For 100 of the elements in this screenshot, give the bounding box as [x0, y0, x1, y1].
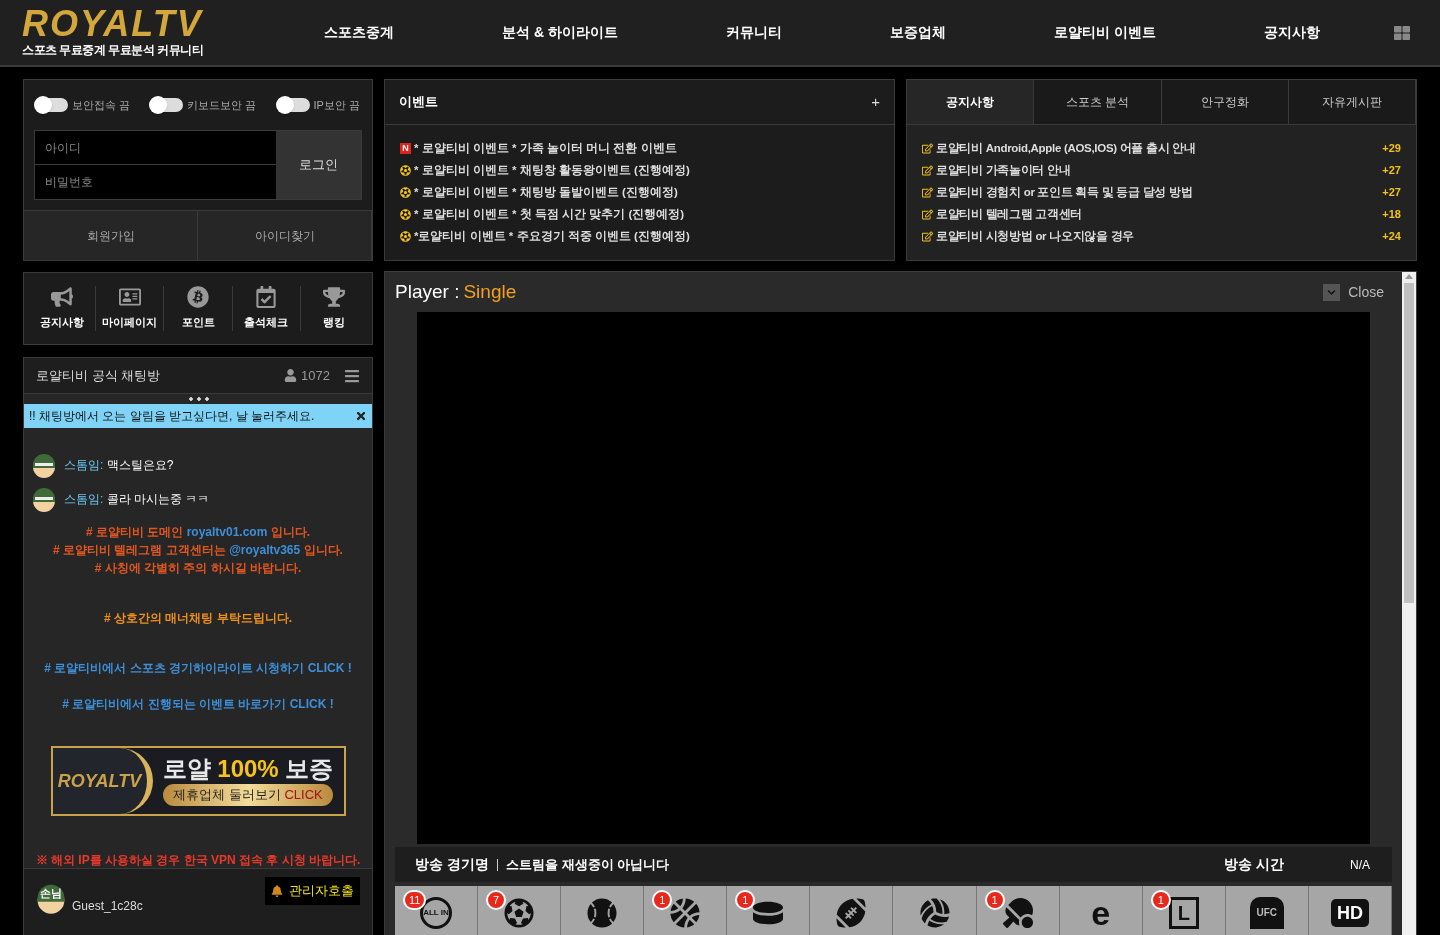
bitcoin-icon	[187, 286, 209, 309]
sport-tab[interactable]: 1	[976, 886, 1060, 935]
quick-menu-item[interactable]: 공지사항	[28, 286, 97, 331]
toggle-switch[interactable]	[277, 98, 310, 112]
post-link[interactable]: 로얄티비 경험치 or 포인트 획득 및 등급 달성 방법	[936, 183, 1383, 202]
grid-menu-icon[interactable]	[1394, 24, 1410, 41]
post-link[interactable]: 로얄티비 텔레그램 고객센터	[936, 205, 1383, 224]
drag-handle[interactable]	[187, 397, 209, 401]
calendar-icon	[255, 286, 278, 309]
event-link[interactable]: * 로얄티비 이벤트 * 채팅창 활동왕이벤트 (진행예정)	[400, 162, 879, 179]
sport-tab[interactable]: L 1	[1142, 886, 1226, 935]
user-count-icon	[284, 369, 298, 382]
comment-count: +29	[1382, 141, 1401, 157]
sport-tab[interactable]: 7	[478, 886, 562, 935]
notice-link[interactable]: @royaltv365	[229, 543, 301, 557]
account-link[interactable]: 아이디찾기	[198, 211, 372, 260]
more-button[interactable]: +	[871, 90, 880, 114]
toggle-switch[interactable]	[151, 98, 184, 112]
chat-notice: # 로얄티비 도메인 royaltv01.com 입니다.	[85, 524, 311, 540]
sport-tab[interactable]: 1	[727, 886, 811, 935]
notification-bar[interactable]: !! 채팅방에서 오는 알림을 받고싶다면, 날 눌러주세요.	[24, 404, 372, 428]
chevron-icon	[1327, 287, 1337, 297]
nav-link[interactable]: 스포츠중계	[324, 22, 394, 43]
edit-icon	[922, 143, 933, 154]
chat-notice: # 로얄티비에서 진행되는 이벤트 바로가기 CLICK !	[62, 696, 334, 712]
event-link[interactable]: * 로얄티비 이벤트 * 첫 득점 시간 맞추기 (진행예정)	[400, 206, 879, 223]
chat-notice: # 상호간의 매너채팅 부탁드립니다.	[104, 610, 292, 626]
count-badge: 1	[652, 890, 673, 910]
event-link[interactable]: * 로얄티비 이벤트 * 채팅방 돌발이벤트 (진행예정)	[400, 184, 879, 201]
count-badge: 11	[403, 890, 427, 910]
notice-link[interactable]: royaltv01.com	[186, 525, 268, 539]
quick-menu-item[interactable]: 랭킹	[300, 286, 368, 331]
info-label: 방송 경기명	[415, 855, 489, 874]
panel-title: 이벤트	[399, 93, 438, 112]
logo[interactable]: ROYALTV	[22, 6, 203, 41]
close-player-button[interactable]: Close	[1323, 281, 1384, 303]
quick-menu-item[interactable]: 포인트	[164, 286, 233, 331]
tennis-icon	[1002, 898, 1033, 928]
count-badge: 1	[735, 890, 756, 910]
quick-menu-item[interactable]: 출석체크	[232, 286, 301, 331]
count-badge: 7	[486, 890, 507, 910]
account-link[interactable]: 회원가입	[24, 211, 198, 260]
id-field[interactable]: 아이디	[35, 131, 276, 165]
new-badge: N	[400, 143, 411, 154]
post-link[interactable]: 로얄티비 Android,Apple (AOS,IOS) 어플 출시 안내	[936, 139, 1383, 158]
sport-tab[interactable]: ALL IN 11	[395, 886, 479, 935]
avatar-label: 손님	[39, 888, 63, 899]
quick-menu-item[interactable]: 마이페이지	[96, 286, 165, 331]
toggle-switch[interactable]	[36, 98, 68, 112]
edit-icon	[922, 187, 933, 198]
sport-tab[interactable]	[893, 886, 977, 935]
info-value: N/A	[1350, 856, 1370, 874]
trophy-icon	[323, 286, 346, 309]
nav-link[interactable]: 공지사항	[1263, 22, 1320, 43]
sport-tab[interactable]: 1	[644, 886, 728, 935]
sport-tab[interactable]: HD	[1308, 886, 1392, 935]
edit-icon	[922, 231, 933, 242]
login-button[interactable]: 로그인	[276, 131, 361, 199]
nav-link[interactable]: 커뮤니티	[725, 22, 782, 43]
info-value: 스트림을 재생중이 아닙니다	[505, 855, 671, 874]
password-field[interactable]: 비밀번호	[35, 165, 276, 199]
event-link[interactable]: N * 로얄티비 이벤트 * 가족 놀이터 머니 전환 이벤트	[400, 140, 879, 157]
edit-icon	[922, 165, 933, 176]
toggle-label: IP보안 끔	[313, 97, 360, 113]
megaphone-icon	[50, 286, 73, 309]
chat-message: 스톰임: 콜라 마시는중 ㅋㅋ	[64, 491, 210, 508]
promo-banner[interactable]: ROYALTV 로얄 100% 보증 제휴업체 둘러보기 CLICK	[50, 746, 346, 816]
volleyball-icon	[919, 898, 950, 928]
user-count: 1072	[301, 366, 330, 385]
comment-count: +18	[1382, 207, 1401, 223]
close-icon[interactable]	[355, 410, 367, 422]
hd-icon: HD	[1330, 899, 1369, 927]
board-tab[interactable]: 공지사항	[907, 80, 1035, 124]
chat-notice: ※ 해외 IP를 사용하실 경우 한국 VPN 접속 후 시청 바랍니다.	[35, 852, 361, 868]
chat-title: 로얄티비 공식 채팅방	[36, 366, 162, 385]
info-label: 방송 시간	[1224, 855, 1284, 874]
scrollbar[interactable]	[1402, 272, 1416, 935]
sport-tab[interactable]: e	[1059, 886, 1143, 935]
nav-link[interactable]: 분석 & 하이라이트	[502, 22, 618, 43]
nav-link[interactable]: 로얄티비 이벤트	[1054, 22, 1156, 43]
baseball-icon	[587, 898, 618, 928]
sport-tab[interactable]: UFC	[1225, 886, 1309, 935]
banner-headline: 로얄 100% 보증	[162, 756, 334, 781]
nav-link[interactable]: 보증업체	[890, 22, 946, 43]
count-badge: 1	[984, 890, 1005, 910]
post-link[interactable]: 로얄티비 시청방법 or 나오지않을 경우	[936, 227, 1383, 246]
comment-count: +24	[1382, 229, 1401, 245]
post-link[interactable]: 로얄티비 가족놀이터 안내	[936, 161, 1383, 180]
comment-count: +27	[1382, 163, 1401, 179]
logo-tagline: 스포츠 무료중계 무료분석 커뮤니티	[22, 41, 203, 59]
banner-logo: ROYALTV	[52, 748, 153, 814]
soccer-icon	[504, 898, 535, 928]
call-admin-button[interactable]: 관리자호출	[265, 877, 360, 905]
sport-tab[interactable]	[561, 886, 645, 935]
menu-icon[interactable]	[344, 367, 360, 384]
football-icon	[836, 898, 867, 928]
toggle-label: 보안접속 끔	[72, 97, 131, 113]
sport-tab[interactable]	[810, 886, 894, 935]
chat-message: 스톰임: 맥스틸은요?	[64, 457, 174, 474]
event-link[interactable]: *로얄티비 이벤트 * 주요경기 적중 이벤트 (진행예정)	[400, 228, 879, 245]
